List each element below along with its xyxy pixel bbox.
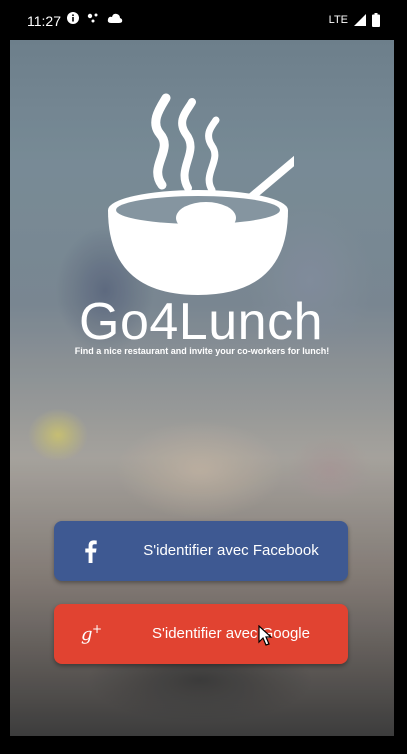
app-title: Go4Lunch — [79, 293, 323, 351]
bowl-icon — [108, 93, 294, 295]
mouse-cursor-icon — [258, 625, 273, 646]
status-bar: 11:27 LTE — [0, 0, 407, 40]
status-icons-left — [67, 12, 123, 24]
facebook-login-button[interactable]: S'identifier avec Facebook — [54, 521, 348, 581]
svg-text:g: g — [81, 624, 93, 645]
google-login-button[interactable]: g + S'identifier avec Google — [54, 604, 348, 664]
google-plus-icon: g + — [81, 622, 102, 645]
cloud-icon — [107, 13, 123, 23]
signal-icon — [354, 14, 366, 26]
login-screen: Go4Lunch Find a nice restaurant and invi… — [10, 40, 394, 736]
status-time: 11:27 — [27, 13, 61, 29]
status-right: LTE — [329, 13, 380, 27]
network-label: LTE — [328, 14, 348, 26]
google-button-label: S'identifier avec Google — [152, 625, 310, 642]
battery-icon — [372, 13, 380, 27]
info-icon — [67, 12, 79, 24]
dots-icon — [87, 13, 98, 23]
facebook-icon — [85, 540, 97, 563]
app-tagline: Find a nice restaurant and invite your c… — [74, 346, 330, 356]
svg-text:+: + — [92, 622, 102, 636]
facebook-button-label: S'identifier avec Facebook — [143, 542, 319, 559]
